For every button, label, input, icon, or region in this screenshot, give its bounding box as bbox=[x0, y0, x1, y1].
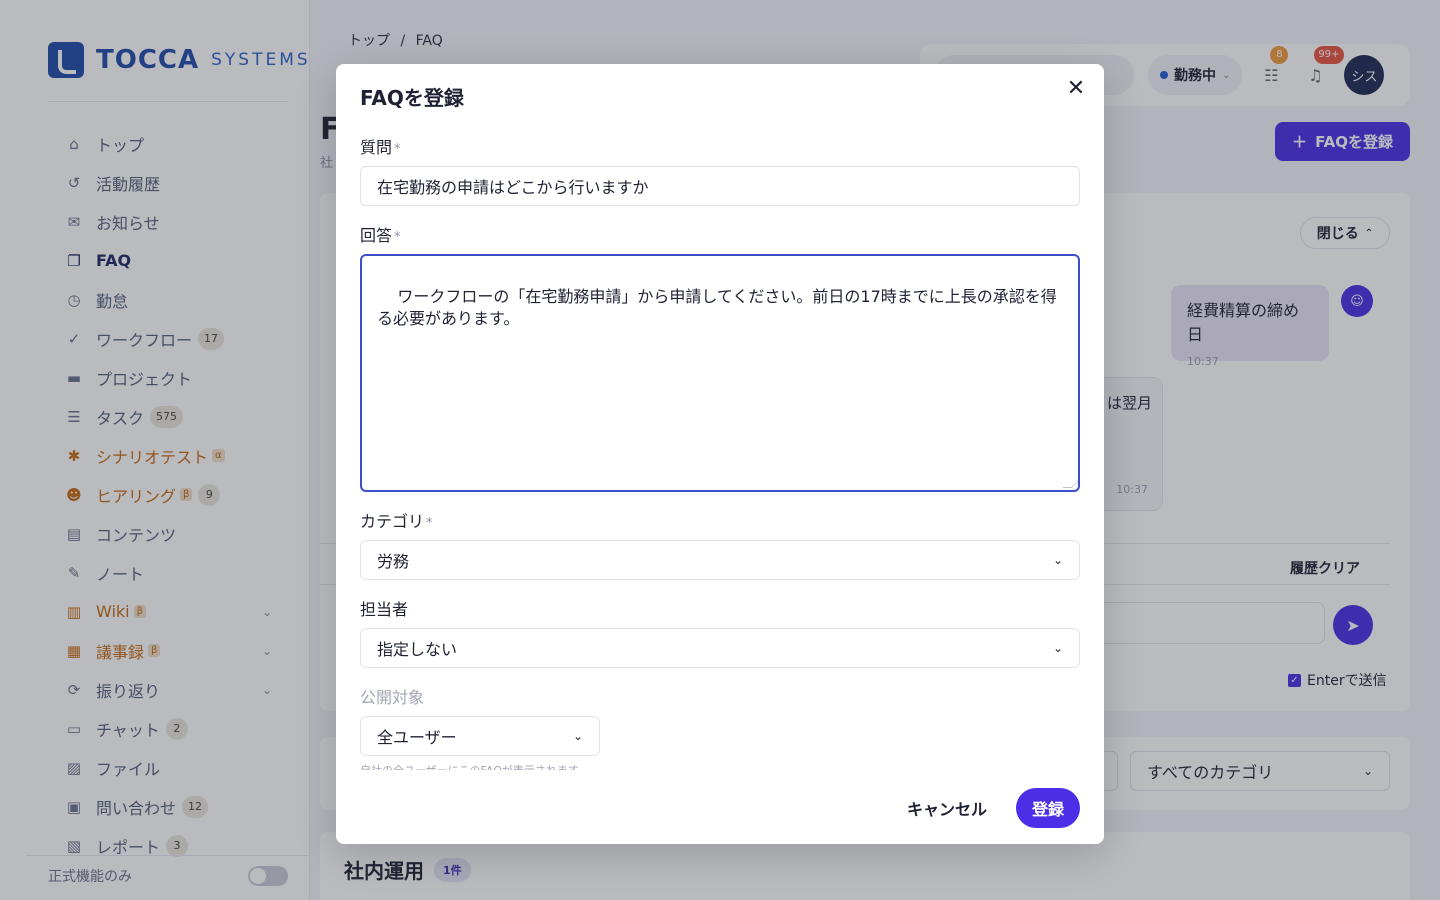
audience-help-text: 自社の全ユーザーにこのFAQが表示されます。 bbox=[360, 760, 760, 770]
faq-register-modal: FAQを登録 ✕ 質問 * 在宅勤務の申請はどこから行いますか 回答 * ワークフロ… bbox=[336, 64, 1104, 844]
question-label: 質問 * bbox=[360, 134, 401, 158]
category-label: カテゴリ * bbox=[360, 508, 433, 532]
required-mark: * bbox=[394, 230, 401, 245]
question-label-text: 質問 bbox=[360, 138, 393, 157]
question-input[interactable]: 在宅勤務の申請はどこから行いますか bbox=[360, 166, 1080, 206]
close-icon[interactable]: ✕ bbox=[1064, 76, 1088, 101]
chevron-down-icon: ⌄ bbox=[1052, 641, 1063, 655]
category-select[interactable]: 労務 ⌄ bbox=[360, 540, 1080, 580]
audience-label: 公開対象 bbox=[360, 684, 424, 708]
required-mark: * bbox=[394, 142, 401, 157]
assignee-select[interactable]: 指定しない ⌄ bbox=[360, 628, 1080, 668]
answer-label-text: 回答 bbox=[360, 226, 393, 245]
assignee-label: 担当者 bbox=[360, 596, 408, 620]
chevron-down-icon: ⌄ bbox=[1052, 553, 1063, 567]
answer-textarea-value: ワークフローの「在宅勤務申請」から申請してください。前日の17時までに上長の承認… bbox=[377, 287, 1057, 328]
cancel-button[interactable]: キャンセル bbox=[896, 788, 998, 828]
answer-textarea[interactable]: ワークフローの「在宅勤務申請」から申請してください。前日の17時までに上長の承認… bbox=[360, 254, 1080, 492]
category-select-value: 労務 bbox=[377, 552, 410, 571]
submit-button[interactable]: 登録 bbox=[1016, 788, 1080, 828]
modal-title: FAQを登録 bbox=[360, 86, 464, 110]
required-mark: * bbox=[426, 516, 433, 531]
assignee-select-value: 指定しない bbox=[377, 640, 458, 659]
resize-handle-icon[interactable] bbox=[1062, 479, 1078, 488]
audience-select[interactable]: 全ユーザー ⌄ bbox=[360, 716, 600, 756]
chevron-down-icon: ⌄ bbox=[572, 729, 583, 743]
question-input-value: 在宅勤務の申請はどこから行いますか bbox=[377, 178, 649, 197]
audience-select-value: 全ユーザー bbox=[377, 728, 457, 747]
category-label-text: カテゴリ bbox=[360, 512, 425, 531]
audience-label-text: 公開対象 bbox=[360, 688, 425, 707]
answer-label: 回答 * bbox=[360, 222, 401, 246]
assignee-label-text: 担当者 bbox=[360, 600, 409, 619]
